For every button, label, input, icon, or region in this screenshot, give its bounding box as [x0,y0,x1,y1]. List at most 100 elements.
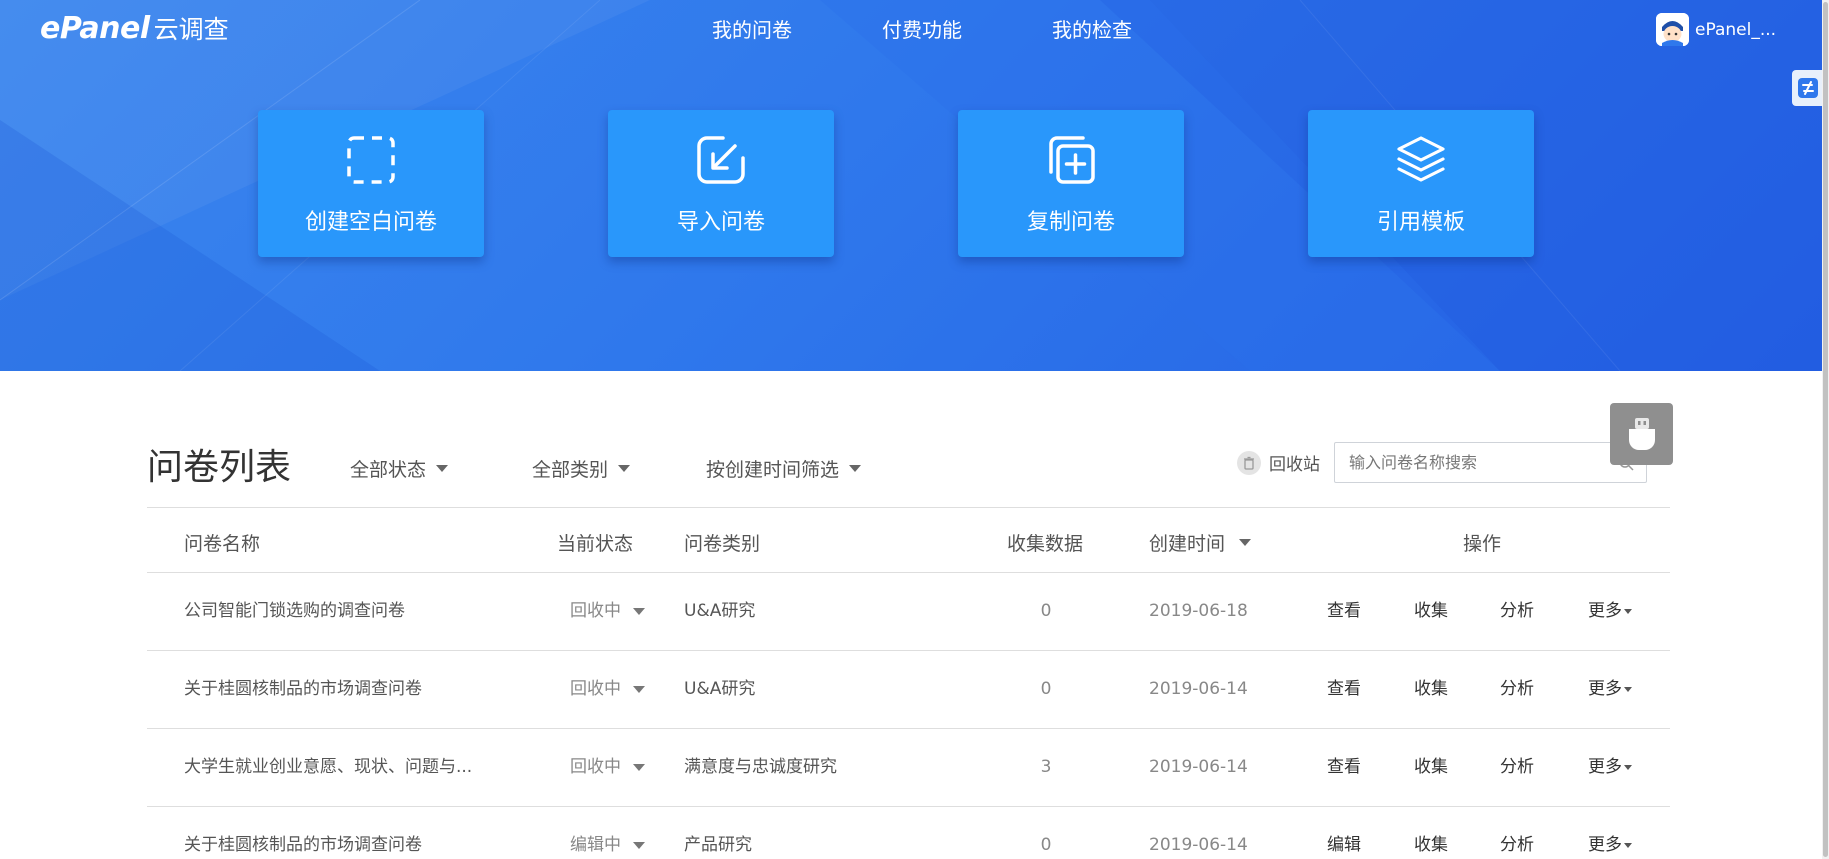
divider [147,507,1670,508]
category: 产品研究 [684,835,752,855]
status-filter-label: 全部状态 [350,459,427,481]
use-template-button[interactable]: 引用模板 [1308,110,1534,257]
analyze-button[interactable]: 分析 [1500,728,1534,806]
table-row: 关于桂圆核制品的市场调查问卷 回收中 U&A研究 0 2019-06-14 查看… [147,650,1670,728]
status-label: 回收中 [570,757,621,777]
chevron-down-icon [436,465,449,472]
collected-count: 3 [1040,757,1052,777]
more-label: 更多 [1588,601,1622,621]
chevron-down-icon [1624,608,1632,614]
user-name: ePanel_... [1695,19,1777,40]
action-cards: 创建空白问卷 导入问卷 复制问卷 引用模板 [258,110,1658,257]
chevron-down-icon [1624,764,1632,770]
column-header-created-label: 创建时间 [1149,533,1226,555]
analyze-button[interactable]: 分析 [1500,572,1534,650]
survey-name[interactable]: 公司智能门锁选购的调查问卷 [184,572,405,650]
more-menu-button[interactable]: 更多 [1588,650,1632,728]
survey-name[interactable]: 关于桂圆核制品的市场调查问卷 [184,806,422,859]
column-header-ops: 操作 [1463,533,1502,555]
more-menu-button[interactable]: 更多 [1588,806,1632,859]
category-filter-label: 全部类别 [532,459,609,481]
search-input[interactable] [1335,443,1605,482]
list-title: 问卷列表 [147,447,292,488]
status-dropdown[interactable]: 回收中 [570,728,645,806]
table-row: 关于桂圆核制品的市场调查问卷 编辑中 产品研究 0 2019-06-14 编辑 … [147,806,1670,859]
action-label: 复制问卷 [1026,210,1115,235]
category-filter[interactable]: 全部类别 [532,455,631,482]
column-header-name: 问卷名称 [184,533,261,555]
recycle-bin-link[interactable]: 回收站 [1237,450,1320,475]
chevron-down-icon [633,685,645,693]
column-header-category: 问卷类别 [684,533,761,555]
logo[interactable]: ePanel 云调查 [40,10,229,46]
edit-button[interactable]: 编辑 [1327,806,1361,859]
action-label: 创建空白问卷 [304,210,437,235]
action-label: 导入问卷 [676,210,765,235]
more-label: 更多 [1588,679,1622,699]
view-button[interactable]: 查看 [1327,572,1361,650]
avatar [1656,13,1689,46]
table-row: 公司智能门锁选购的调查问卷 回收中 U&A研究 0 2019-06-18 查看 … [147,572,1670,650]
top-nav: 我的问卷 付费功能 我的检查 [712,14,1222,43]
action-label: 引用模板 [1376,210,1465,235]
collected-count: 0 [1040,835,1052,855]
collect-button[interactable]: 收集 [1414,806,1448,859]
status-filter[interactable]: 全部状态 [350,455,449,482]
column-header-status: 当前状态 [557,533,634,555]
collect-button[interactable]: 收集 [1414,572,1448,650]
survey-name[interactable]: 大学生就业创业意愿、现状、问题与... [184,728,472,806]
status-dropdown[interactable]: 编辑中 [570,806,645,859]
time-filter[interactable]: 按创建时间筛选 [706,455,862,482]
user-menu[interactable]: ePanel_... [1656,13,1776,46]
hero-banner: ePanel 云调查 我的问卷 付费功能 我的检查 ePanel_... 创建空… [0,0,1822,371]
created-date: 2019-06-14 [1149,757,1248,777]
chevron-down-icon [849,465,862,472]
column-header-created[interactable]: 创建时间 [1149,529,1252,556]
status-label: 回收中 [570,601,621,621]
time-filter-label: 按创建时间筛选 [706,459,840,481]
chevron-down-icon [633,763,645,771]
dashed-square-icon [347,136,395,184]
status-label: 编辑中 [570,835,621,855]
view-button[interactable]: 查看 [1327,728,1361,806]
column-header-count: 收集数据 [1007,533,1084,555]
translate-icon [1798,78,1818,98]
import-arrow-icon [697,136,745,184]
status-label: 回收中 [570,679,621,699]
copy-plus-icon [1049,136,1095,184]
status-dropdown[interactable]: 回收中 [570,650,645,728]
more-menu-button[interactable]: 更多 [1588,728,1632,806]
analyze-button[interactable]: 分析 [1500,650,1534,728]
view-button[interactable]: 查看 [1327,650,1361,728]
floating-assistant-button[interactable] [1610,403,1673,465]
logo-sub: 云调查 [153,15,229,44]
collected-count: 0 [1040,601,1052,621]
chevron-down-icon [633,841,645,849]
side-float-tab[interactable] [1792,70,1824,106]
nav-my-checks[interactable]: 我的检查 [1052,14,1132,43]
collect-button[interactable]: 收集 [1414,728,1448,806]
scrollbar-thumb[interactable] [1823,2,1828,857]
category: 满意度与忠诚度研究 [684,757,837,777]
survey-name[interactable]: 关于桂圆核制品的市场调查问卷 [184,650,422,728]
copy-survey-button[interactable]: 复制问卷 [958,110,1184,257]
chevron-down-icon [633,607,645,615]
sort-down-icon [1239,539,1252,546]
more-menu-button[interactable]: 更多 [1588,572,1632,650]
analyze-button[interactable]: 分析 [1500,806,1534,859]
logo-main: ePanel [40,11,150,46]
status-dropdown[interactable]: 回收中 [570,572,645,650]
recycle-bin-label: 回收站 [1269,455,1320,475]
created-date: 2019-06-18 [1149,601,1248,621]
create-blank-survey-button[interactable]: 创建空白问卷 [258,110,484,257]
chevron-down-icon [1624,686,1632,692]
more-label: 更多 [1588,757,1622,777]
import-survey-button[interactable]: 导入问卷 [608,110,834,257]
nav-my-surveys[interactable]: 我的问卷 [712,14,792,43]
collected-count: 0 [1040,679,1052,699]
created-date: 2019-06-14 [1149,835,1248,855]
category: U&A研究 [684,601,756,621]
collect-button[interactable]: 收集 [1414,650,1448,728]
nav-paid-features[interactable]: 付费功能 [882,14,962,43]
created-date: 2019-06-14 [1149,679,1248,699]
